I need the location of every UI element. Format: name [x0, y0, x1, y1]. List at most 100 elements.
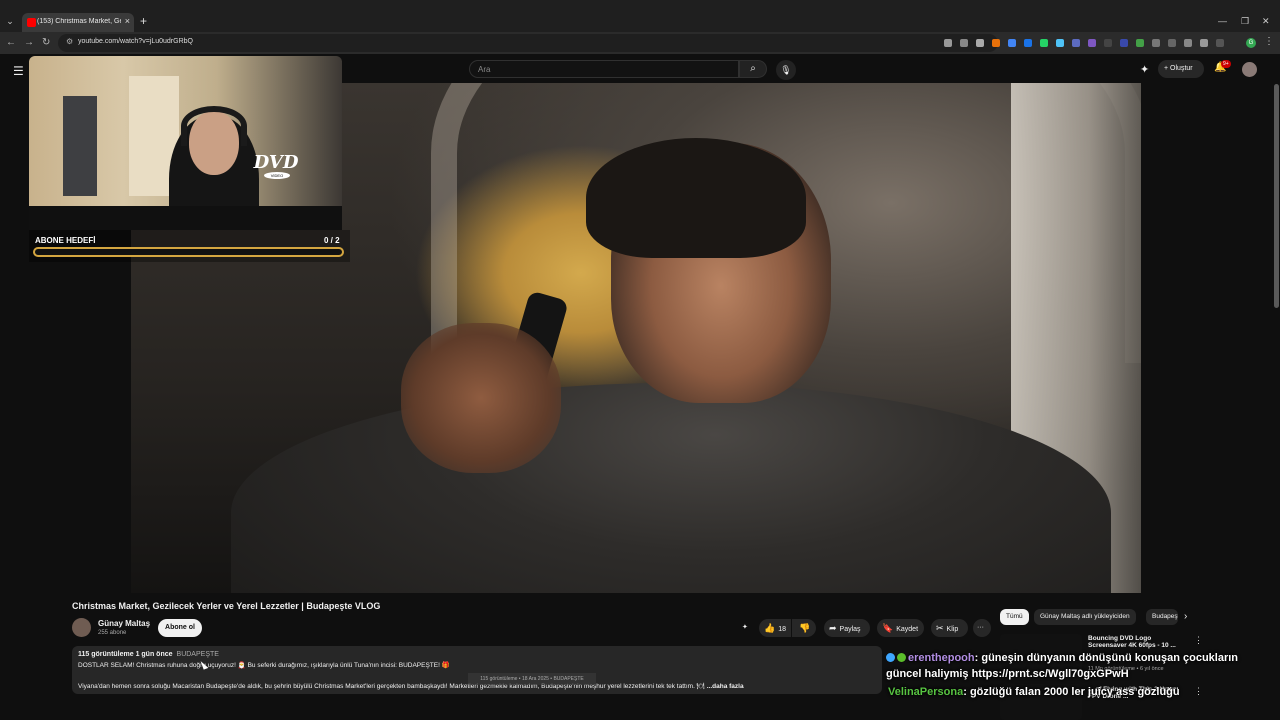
webcam-overlay — [29, 56, 342, 230]
extension-grid-icon[interactable] — [1072, 39, 1080, 47]
extension-green-icon[interactable] — [1136, 39, 1144, 47]
extension-blue-icon[interactable] — [1008, 39, 1016, 47]
chat-username: erenthepooh — [908, 652, 975, 664]
tab-close-icon[interactable]: × — [125, 16, 130, 26]
browser-menu-icon[interactable]: ⋮ — [1264, 36, 1274, 47]
description-tooltip: 115 görüntüleme • 18 Ara 2025 • BUDAPEŞT… — [468, 673, 596, 685]
extension-whatsapp-icon[interactable] — [1040, 39, 1048, 47]
clip-label: Klip — [946, 626, 959, 633]
extension-orange-icon[interactable] — [992, 39, 1000, 47]
minimize-icon[interactable]: — — [1218, 16, 1227, 26]
chips-next-chevron-icon[interactable]: › — [1184, 611, 1187, 622]
extension-tool-icon[interactable] — [1056, 39, 1064, 47]
new-tab-button[interactable]: + — [140, 14, 147, 28]
restore-icon[interactable]: ❐ — [1241, 16, 1249, 27]
extensions-puzzle-icon[interactable] — [1200, 39, 1208, 47]
share-arrow-icon: ➦ — [829, 623, 837, 633]
chat-text: : güneşin dünyanın dönüşünü konuşan çocu… — [974, 652, 1239, 664]
webcam-shelf — [63, 96, 97, 196]
chat-text: : gözlüğü falan 2000 ler juicy ass gözlü… — [963, 686, 1180, 698]
page-scrollbar-thumb[interactable] — [1274, 84, 1279, 308]
webcam-desk — [29, 206, 342, 230]
extension-pen-icon[interactable] — [1088, 39, 1096, 47]
voice-search-mic-icon[interactable]: 🎙 — [776, 60, 796, 80]
extension-indigo-icon[interactable] — [1120, 39, 1128, 47]
thumbs-up-icon: 👍 — [764, 623, 776, 633]
description-line-2-text: Viyana'dan hemen sonra soluğu Macaristan… — [78, 683, 705, 690]
address-bar[interactable]: ⚙ youtube.com/watch?v=jLu0udrGRbQ — [58, 34, 998, 52]
browser-tab-bar — [0, 0, 1280, 32]
gem-action-icon[interactable]: ✦ — [742, 619, 754, 637]
more-actions-button[interactable]: ··· — [973, 619, 991, 637]
search-placeholder: Ara — [478, 65, 491, 74]
show-more-link[interactable]: ...daha fazla — [707, 683, 744, 690]
search-input[interactable]: Ara — [469, 60, 739, 78]
browser-profile-avatar[interactable]: G — [1246, 38, 1256, 48]
chat-message: VelinaPersona: gözlüğü falan 2000 ler ju… — [888, 686, 1180, 698]
save-button[interactable]: 🔖 Kaydet — [877, 619, 924, 637]
bookmark-icon: 🔖 — [882, 623, 894, 633]
clip-button[interactable]: ✂ Klip — [931, 619, 968, 637]
channel-name[interactable]: Günay Maltaş — [98, 619, 150, 628]
like-count: 18 — [778, 626, 787, 633]
chip-budapest[interactable]: Budapeşte — [1146, 609, 1178, 625]
share-label: Paylaş — [839, 626, 861, 633]
location-tag[interactable]: BUDAPEŞTE — [177, 651, 219, 658]
chat-badge-icon — [897, 653, 906, 662]
extension-shuffle-icon[interactable] — [1184, 39, 1192, 47]
youtube-favicon-icon — [27, 18, 36, 27]
description-line-2: Viyana'dan hemen sonra soluğu Macaristan… — [78, 682, 838, 690]
channel-avatar[interactable] — [72, 618, 91, 637]
dvd-logo-sub: VIDEO — [264, 172, 290, 179]
subscriber-goal-title: ABONE HEDEFİ — [35, 236, 96, 245]
hamburger-menu-icon[interactable]: ☰ — [13, 64, 24, 78]
chat-username: VelinaPersona — [888, 686, 964, 698]
extension-info-icon[interactable] — [1168, 39, 1176, 47]
extension-dark-icon[interactable] — [1104, 39, 1112, 47]
cast-icon[interactable] — [944, 39, 952, 47]
eye-off-icon[interactable] — [960, 39, 968, 47]
forward-arrow-icon[interactable]: → — [24, 37, 34, 48]
close-window-icon[interactable]: ✕ — [1262, 16, 1270, 27]
video-person-hair — [586, 138, 806, 258]
recommendation-menu-icon[interactable]: ⋮ — [1194, 635, 1203, 646]
url-text: youtube.com/watch?v=jLu0udrGRbQ — [78, 38, 193, 45]
thumbs-down-icon: 👎 — [799, 623, 811, 633]
share-button[interactable]: ➦ Paylaş — [824, 619, 870, 637]
create-button[interactable]: + Oluştur — [1158, 60, 1204, 78]
view-count-date: 115 görüntüleme 1 gün önce — [78, 651, 173, 658]
chip-from-uploader[interactable]: Günay Maltaş adlı yükleyiciden — [1034, 609, 1136, 625]
video-hoodie-shape — [231, 383, 1111, 593]
browser-tab-active[interactable]: (153) Christmas Market, Gezilec × — [22, 13, 134, 32]
chip-all[interactable]: Tümü — [1000, 609, 1029, 625]
recommendation-menu-icon[interactable]: ⋮ — [1194, 686, 1203, 697]
save-label: Kaydet — [896, 626, 919, 633]
recommendation-title[interactable]: Bouncing DVD Logo Screensaver 4K 60fps -… — [1088, 635, 1188, 649]
chat-message: erenthepooh: güneşin dünyanın dönüşünü k… — [886, 652, 1238, 664]
search-button[interactable]: ⌕ — [739, 60, 767, 78]
extension-translate-icon[interactable] — [1024, 39, 1032, 47]
subscriber-goal-progress-bar — [33, 247, 344, 257]
channel-subscriber-count: 255 abone — [98, 630, 127, 636]
user-avatar[interactable] — [1242, 62, 1257, 77]
video-hand-shape — [401, 323, 561, 473]
description-line-1: DOSTLAR SELAM! Christmas ruhuna doğru uç… — [78, 662, 450, 669]
subscribe-button[interactable]: Abone ol — [158, 619, 202, 637]
back-arrow-icon[interactable]: ← — [6, 37, 16, 48]
reload-icon[interactable]: ↻ — [42, 37, 50, 48]
star-icon[interactable] — [976, 39, 984, 47]
notification-badge: 9+ — [1221, 60, 1231, 68]
video-title: Christmas Market, Gezilecek Yerler ve Ye… — [72, 601, 381, 611]
extension-grey-icon[interactable] — [1152, 39, 1160, 47]
site-info-icon[interactable]: ⚙ — [66, 37, 73, 46]
dislike-button[interactable]: 👎 — [792, 619, 816, 637]
extensions-row — [944, 36, 1224, 50]
subscriber-goal-panel — [29, 230, 350, 262]
sidebar-icon[interactable] — [1216, 39, 1224, 47]
create-label: Oluştur — [1170, 65, 1193, 72]
search-icon: ⌕ — [750, 63, 756, 74]
chat-badge-icon — [886, 653, 895, 662]
like-button[interactable]: 👍 18 — [759, 619, 791, 637]
tab-list-chevron-icon[interactable]: ⌄ — [4, 15, 16, 27]
gem-icon[interactable]: ✦ — [1140, 63, 1149, 76]
